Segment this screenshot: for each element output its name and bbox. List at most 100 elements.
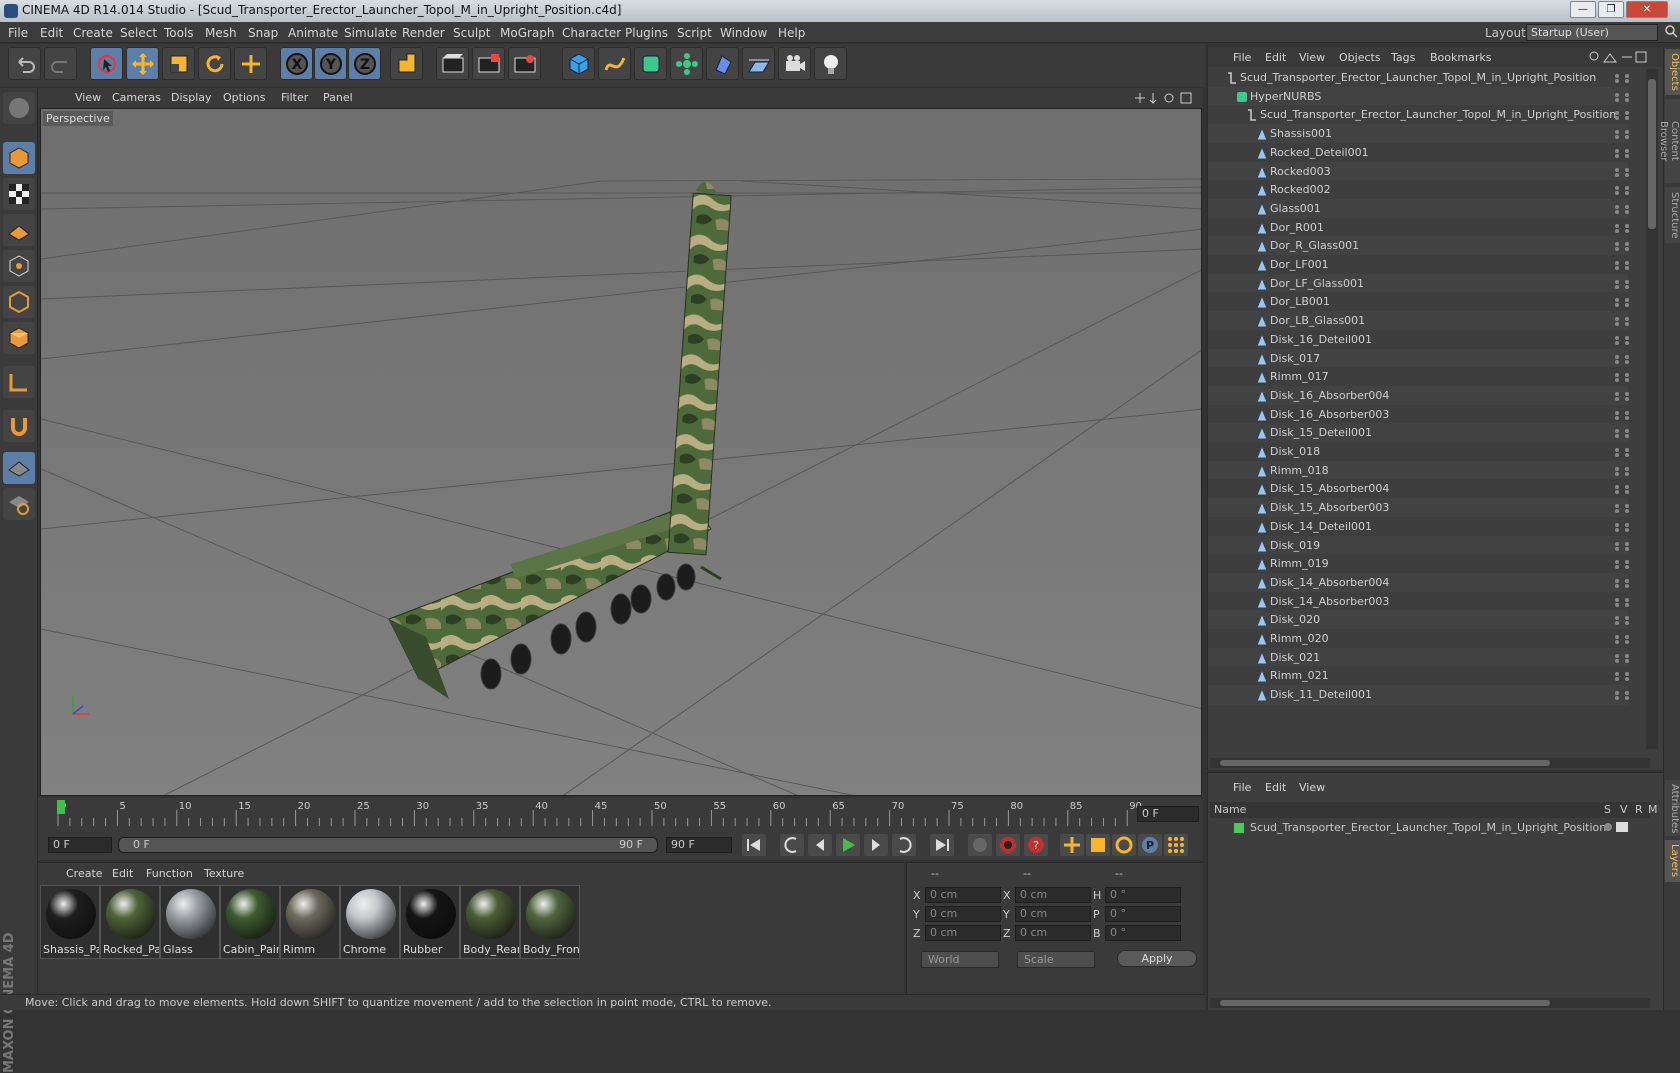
search-icon[interactable] — [1664, 24, 1678, 38]
obj-menu-bookmarks[interactable]: Bookmarks — [1430, 51, 1491, 64]
tab-objects[interactable]: Objects — [1665, 49, 1680, 95]
viewport-menu-view[interactable]: View — [75, 91, 101, 104]
sphere-mode-button[interactable] — [3, 92, 35, 124]
visibility-dots[interactable] — [1613, 73, 1631, 83]
object-row[interactable]: Disk_021 — [1208, 647, 1631, 668]
material-menu-texture[interactable]: Texture — [204, 867, 244, 880]
menu-edit[interactable]: Edit — [40, 26, 63, 40]
visibility-dots[interactable] — [1613, 578, 1631, 588]
coord-value-field[interactable]: 0 cm — [1015, 906, 1091, 922]
object-row[interactable]: Rimm_017 — [1208, 367, 1631, 388]
perspective-viewport[interactable]: Perspective — [40, 108, 1202, 796]
start-frame-field[interactable]: 0 F — [48, 837, 112, 853]
tab-layers[interactable]: Layers — [1665, 840, 1680, 882]
key-parameter-button[interactable]: P — [1138, 834, 1162, 856]
obj-menu-tags[interactable]: Tags — [1391, 51, 1415, 64]
object-list-hscrollbar[interactable] — [1210, 758, 1650, 768]
prev-frame-button[interactable] — [808, 834, 832, 856]
menu-render[interactable]: Render — [402, 26, 445, 40]
object-row[interactable]: Dor_LF_Glass001 — [1208, 273, 1629, 294]
menu-script[interactable]: Script — [677, 26, 712, 40]
material-menu-function[interactable]: Function — [146, 867, 193, 880]
coordinate-space-select[interactable]: World — [921, 951, 999, 968]
texture-mode-button[interactable] — [3, 178, 35, 210]
visibility-dots[interactable] — [1613, 653, 1631, 663]
object-row[interactable]: Dor_LF001 — [1208, 255, 1631, 275]
apply-button[interactable]: Apply — [1117, 950, 1197, 967]
layer-hscrollbar[interactable] — [1210, 998, 1650, 1008]
visibility-dots[interactable] — [1613, 129, 1631, 140]
object-row[interactable]: Disk_020 — [1208, 610, 1629, 631]
visibility-dots[interactable] — [1613, 185, 1631, 196]
layer-solo-toggle[interactable] — [1604, 823, 1612, 831]
spline-button[interactable] — [598, 47, 631, 80]
grid-snap-button[interactable] — [3, 452, 35, 484]
end-frame-field[interactable]: 90 F — [666, 837, 732, 853]
key-pla-button[interactable] — [1164, 834, 1188, 856]
menu-tools[interactable]: Tools — [164, 26, 194, 40]
obj-menu-view[interactable]: View — [1299, 51, 1325, 64]
move-button[interactable] — [126, 47, 159, 80]
object-row[interactable]: Rimm_021 — [1208, 666, 1631, 687]
object-row[interactable]: Dor_R_Glass001 — [1208, 236, 1631, 257]
object-row[interactable]: Disk_019 — [1208, 535, 1629, 556]
visibility-dots[interactable] — [1613, 466, 1631, 476]
object-row[interactable]: Glass001 — [1208, 198, 1629, 219]
array-button[interactable] — [670, 47, 703, 80]
undo-button[interactable] — [8, 47, 41, 80]
scale-button[interactable] — [162, 47, 195, 80]
edit-render-settings-button[interactable] — [508, 47, 541, 80]
layer-row[interactable]: Scud_Transporter_Erector_Launcher_Topol_… — [1210, 819, 1650, 837]
layout-select[interactable]: Startup (User) — [1526, 24, 1658, 41]
model-mode-button[interactable] — [3, 142, 35, 174]
coord-value-field[interactable]: 0 ° — [1105, 887, 1181, 903]
visibility-dots[interactable] — [1613, 372, 1631, 383]
visibility-dots[interactable] — [1613, 241, 1631, 252]
visibility-dots[interactable] — [1613, 167, 1631, 177]
visibility-dots[interactable] — [1613, 522, 1631, 532]
object-row[interactable]: Rocked_Deteil001 — [1208, 142, 1629, 163]
frame-range-slider[interactable]: 0 F 90 F — [118, 837, 658, 853]
material-swatch[interactable]: Rimm — [280, 885, 340, 959]
viewport-menu-display[interactable]: Display — [171, 91, 212, 104]
minimize-button[interactable]: — — [1570, 1, 1596, 18]
menu-mograph[interactable]: MoGraph — [500, 26, 555, 40]
render-view-button[interactable] — [436, 47, 469, 80]
object-row[interactable]: Rimm_018 — [1208, 460, 1631, 481]
visibility-dots[interactable] — [1613, 260, 1631, 270]
object-row[interactable]: Rimm_020 — [1208, 629, 1629, 649]
render-picture-viewer-button[interactable] — [472, 47, 505, 80]
menu-simulate[interactable]: Simulate — [344, 26, 397, 40]
coord-value-field[interactable]: 0 ° — [1105, 906, 1181, 922]
material-swatch[interactable]: Body_Rear — [460, 885, 520, 959]
cube-button[interactable] — [562, 47, 595, 80]
autokey-button[interactable] — [996, 834, 1020, 856]
tab-structure[interactable]: Structure — [1665, 187, 1680, 243]
object-row[interactable]: Disk_14_Absorber004 — [1208, 572, 1631, 593]
key-rotation-button[interactable] — [1112, 834, 1136, 856]
object-row[interactable]: Disk_16_Deteil001 — [1208, 329, 1629, 350]
material-menu-create[interactable]: Create — [66, 867, 103, 880]
menu-character[interactable]: Character — [562, 26, 621, 40]
visibility-dots[interactable] — [1613, 503, 1631, 514]
object-row[interactable]: Disk_14_Deteil001 — [1208, 516, 1631, 537]
material-swatch[interactable]: Cabin_Pain — [220, 885, 280, 959]
visibility-dots[interactable] — [1613, 428, 1631, 439]
keyframe-selection-button[interactable]: ? — [1024, 834, 1048, 856]
next-frame-button[interactable] — [864, 834, 888, 856]
rotate-button[interactable] — [198, 47, 231, 80]
y-axis-button[interactable]: Y — [314, 47, 347, 80]
object-row[interactable]: Rocked002 — [1208, 180, 1631, 201]
visibility-dots[interactable] — [1613, 391, 1631, 401]
magnet-button[interactable] — [3, 410, 35, 442]
record-off-button[interactable] — [968, 834, 992, 856]
coord-value-field[interactable]: 0 cm — [925, 887, 1001, 903]
object-row[interactable]: Disk_15_Deteil001 — [1208, 423, 1631, 444]
visibility-dots[interactable] — [1613, 410, 1631, 420]
coord-value-field[interactable]: 0 ° — [1105, 925, 1181, 941]
obj-manager-tool-icons[interactable] — [1588, 50, 1648, 64]
close-button[interactable]: ✕ — [1626, 1, 1668, 18]
menu-sculpt[interactable]: Sculpt — [453, 26, 490, 40]
visibility-dots[interactable] — [1613, 484, 1631, 495]
visibility-dots[interactable] — [1613, 671, 1631, 682]
